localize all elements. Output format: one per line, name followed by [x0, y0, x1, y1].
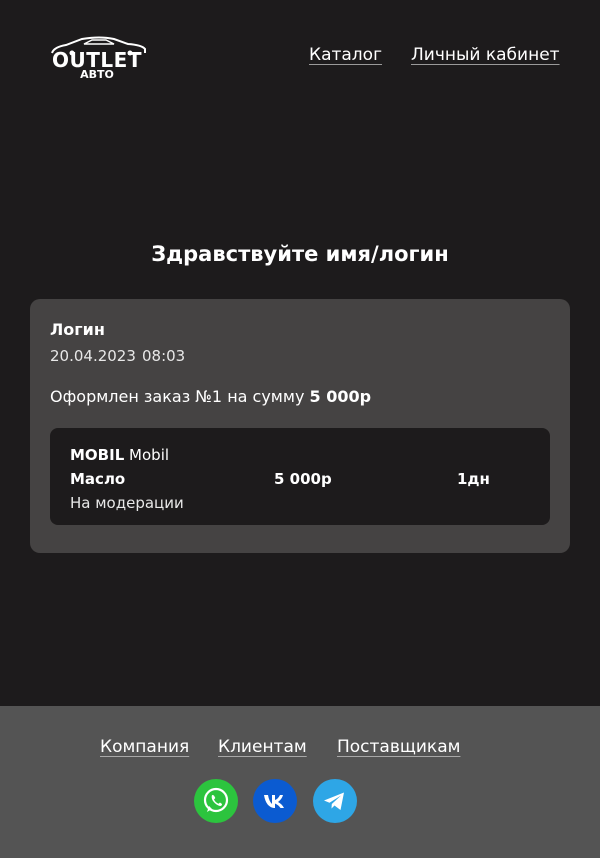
telegram-button[interactable] [313, 779, 357, 823]
site-footer: Компания Клиентам Поставщикам [0, 706, 600, 858]
order-card: Логин 20.04.2023 08:03 Оформлен заказ №1… [30, 299, 570, 553]
nav-cabinet-link[interactable]: Личный кабинет [411, 45, 560, 65]
item-brand: MOBIL Mobil [70, 446, 169, 464]
footer-suppliers-link[interactable]: Поставщикам [337, 737, 460, 757]
footer-clients-link[interactable]: Клиентам [218, 737, 307, 757]
order-date: 20.04.2023 [50, 347, 136, 365]
item-delivery-days: 1дн [457, 470, 490, 488]
footer-company-link[interactable]: Компания [100, 737, 189, 757]
user-login: Логин [50, 320, 105, 339]
page-title: Здравствуйте имя/логин [151, 242, 449, 266]
whatsapp-icon [203, 787, 229, 813]
nav-catalog-link[interactable]: Каталог [309, 45, 382, 65]
item-brand-name: Mobil [129, 446, 170, 464]
order-summary: Оформлен заказ №1 на сумму 5 000р [50, 387, 371, 406]
vk-button[interactable] [253, 779, 297, 823]
order-time: 08:03 [142, 347, 186, 365]
outlet-avto-logo[interactable]: OUTLET АВТО [48, 36, 148, 84]
logo-wordmark: OUTLET [52, 48, 142, 72]
item-price: 5 000р [274, 470, 332, 488]
order-item[interactable]: MOBIL Mobil Масло 5 000р 1дн На модераци… [50, 428, 550, 525]
status-badge: На модерации [70, 494, 184, 512]
logo-subtitle: АВТО [80, 68, 114, 81]
telegram-icon [324, 792, 344, 810]
site-header: OUTLET АВТО Каталог Личный кабинет [0, 0, 600, 110]
whatsapp-button[interactable] [194, 779, 238, 823]
vk-icon [264, 795, 284, 808]
item-name: Масло [70, 470, 126, 488]
item-brand-code: MOBIL [70, 446, 125, 464]
order-sum: 5 000р [309, 387, 372, 406]
order-summary-text: Оформлен заказ №1 на сумму [50, 387, 305, 406]
